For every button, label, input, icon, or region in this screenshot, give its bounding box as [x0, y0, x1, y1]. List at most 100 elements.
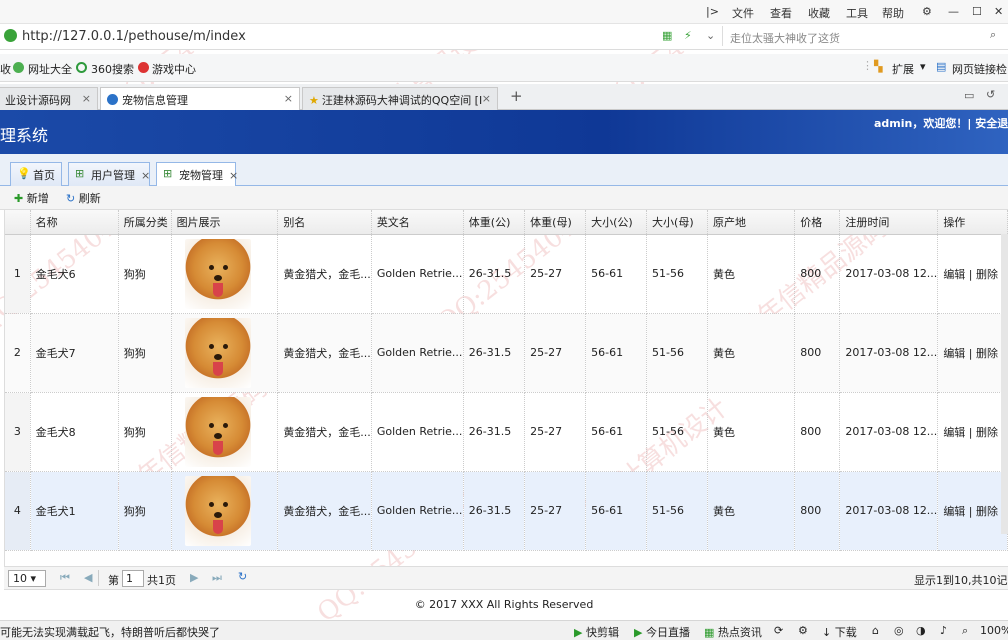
- grid-toolbar: ✚ 新增 ↻ 刷新: [0, 186, 1008, 210]
- pet-photo: [184, 475, 251, 546]
- news-icon: ▦: [704, 626, 715, 639]
- table-row[interactable]: 2 金毛犬7 狗狗 黄金猎犬，金毛... Golden Retrie... 26…: [5, 313, 1008, 393]
- pet-table: 名称 所属分类 图片展示 别名 英文名 体重(公) 体重(母) 大小(公) 大小…: [5, 210, 1008, 551]
- table-row[interactable]: 1 金毛犬6 狗狗 黄金猎犬，金毛... Golden Retrie... 26…: [5, 234, 1008, 314]
- reload-icon[interactable]: ↻: [238, 570, 247, 583]
- close-window-icon[interactable]: ✕: [994, 5, 1003, 18]
- add-button[interactable]: ✚ 新增: [14, 190, 49, 206]
- next-page-icon[interactable]: ▶: [190, 571, 198, 584]
- refresh-button[interactable]: ↻ 刷新: [66, 190, 101, 206]
- last-page-icon[interactable]: ⏭: [212, 571, 222, 585]
- site-nav-icon: [13, 62, 24, 73]
- close-icon[interactable]: ×: [82, 92, 91, 105]
- page-size-select[interactable]: 10 ▾: [8, 570, 46, 587]
- first-page-icon[interactable]: ⏮: [60, 571, 70, 585]
- live-button[interactable]: ▶ 今日直播: [634, 624, 690, 640]
- download-button[interactable]: ↓ 下载: [822, 624, 857, 640]
- lightning-icon[interactable]: ⚡: [684, 29, 692, 42]
- column-header[interactable]: 体重(母): [524, 210, 587, 235]
- column-header[interactable]: 图片展示: [171, 210, 279, 235]
- browser-tab[interactable]: ★ 汪建林源码大神调试的QQ空间 [I ×: [302, 87, 498, 110]
- page-size-value: 10: [13, 572, 27, 585]
- tab-label: 宠物管理: [179, 169, 223, 182]
- tab-pet-management[interactable]: ⊞ 宠物管理 ×: [156, 162, 238, 187]
- zoom-icon[interactable]: ⌕: [962, 624, 968, 638]
- menu-file[interactable]: 文件: [732, 5, 754, 21]
- hot-news-button[interactable]: ▦ 热点资讯: [704, 624, 762, 640]
- close-icon[interactable]: ×: [141, 169, 150, 182]
- column-header[interactable]: 原产地: [707, 210, 796, 235]
- column-header[interactable]: 英文名: [371, 210, 464, 235]
- quick-clip-button[interactable]: ▶ 快剪辑: [574, 624, 619, 640]
- fav-site-nav[interactable]: 网址大全: [28, 61, 72, 77]
- column-header[interactable]: 价格: [794, 210, 841, 235]
- column-header[interactable]: 体重(公): [463, 210, 526, 235]
- menu-tools[interactable]: 工具: [846, 5, 868, 21]
- qr-code-icon[interactable]: ▦: [662, 29, 672, 42]
- column-header[interactable]: 名称: [30, 210, 119, 235]
- speed-icon[interactable]: ⟳: [774, 624, 783, 637]
- game-center-icon: [138, 62, 149, 73]
- column-header[interactable]: 操作: [937, 210, 1008, 235]
- zoom-level[interactable]: 100%: [980, 624, 1008, 637]
- screenshot-icon[interactable]: ◎: [894, 624, 904, 637]
- browser-tab-active[interactable]: 宠物信息管理 ×: [100, 87, 300, 110]
- cell-actions[interactable]: 编辑 | 删除: [937, 313, 1008, 393]
- cell-actions[interactable]: 编辑 | 删除: [937, 392, 1008, 472]
- column-header[interactable]: 注册时间: [839, 210, 939, 235]
- column-header[interactable]: 大小(母): [646, 210, 708, 235]
- vertical-scrollbar[interactable]: [1001, 234, 1008, 534]
- sidebar-toggle-icon[interactable]: |>: [706, 5, 719, 18]
- cell-price: 800: [794, 234, 841, 314]
- fav-game-center[interactable]: 游戏中心: [152, 61, 196, 77]
- status-item-label: 热点资讯: [717, 626, 762, 639]
- cell-category: 狗狗: [118, 471, 172, 551]
- link-check-button[interactable]: 网页链接检: [952, 61, 1007, 77]
- page-number-input[interactable]: 1: [122, 570, 144, 587]
- link-check-icon: ▤: [936, 60, 947, 73]
- mute-icon[interactable]: ◑: [916, 624, 926, 637]
- close-icon[interactable]: ×: [229, 169, 238, 182]
- url-input[interactable]: http://127.0.0.1/pethouse/m/index: [22, 29, 246, 44]
- cell-actions[interactable]: 编辑 | 删除: [937, 234, 1008, 314]
- column-header[interactable]: 大小(公): [585, 210, 648, 235]
- tab-home[interactable]: 💡 首页: [10, 162, 62, 186]
- extensions-button[interactable]: 扩展: [892, 61, 914, 77]
- clipboard-icon[interactable]: ⌂: [872, 624, 879, 637]
- 360-search-icon: [76, 62, 87, 73]
- column-header[interactable]: 别名: [277, 210, 372, 235]
- close-icon[interactable]: ×: [482, 92, 491, 105]
- prev-page-icon[interactable]: ◀: [84, 571, 92, 584]
- news-ticker[interactable]: 可能无法实现满载起飞，特朗普听后都快哭了: [0, 624, 220, 640]
- chevron-down-icon[interactable]: ▾: [920, 60, 926, 73]
- menu-help[interactable]: 帮助: [882, 5, 904, 21]
- search-input[interactable]: 走位太骚大神收了这货: [730, 30, 840, 46]
- close-icon[interactable]: ×: [284, 92, 293, 105]
- table-row-selected[interactable]: 4 金毛犬1 狗狗 黄金猎犬，金毛... Golden Retrie... 26…: [5, 471, 1008, 551]
- search-icon[interactable]: ⌕: [990, 28, 996, 42]
- chevron-down-icon[interactable]: ⌄: [706, 29, 715, 42]
- minimize-icon[interactable]: —: [948, 5, 959, 18]
- maximize-icon[interactable]: ☐: [972, 5, 982, 18]
- fav-360-search[interactable]: 360搜索: [91, 61, 134, 77]
- table-row[interactable]: 3 金毛犬8 狗狗 黄金猎犬，金毛... Golden Retrie... 26…: [5, 392, 1008, 472]
- cell-actions[interactable]: 编辑 | 删除: [937, 471, 1008, 551]
- column-header[interactable]: 所属分类: [118, 210, 172, 235]
- cell-category: 狗狗: [118, 392, 172, 472]
- tab-list-icon[interactable]: ▭: [964, 89, 974, 102]
- skin-icon[interactable]: ⚙: [922, 5, 932, 18]
- user-welcome[interactable]: admin，欢迎您！| 安全退出: [874, 115, 1008, 131]
- divider: [98, 570, 99, 586]
- browser-tab[interactable]: 业设计源码网 ×: [0, 87, 98, 110]
- menu-view[interactable]: 查看: [770, 5, 792, 21]
- cell-origin: 黄色: [707, 234, 796, 314]
- extensions-icon[interactable]: ▚: [874, 60, 882, 73]
- undo-close-icon[interactable]: ↺: [986, 88, 995, 101]
- tab-user-management[interactable]: ⊞ 用户管理 ×: [68, 162, 150, 186]
- sound-icon[interactable]: ♪: [940, 624, 947, 637]
- cell-size-female: 51-56: [646, 313, 708, 393]
- menu-favorites[interactable]: 收藏: [808, 5, 830, 21]
- settings-icon[interactable]: ⚙: [798, 624, 808, 637]
- new-tab-icon[interactable]: +: [510, 87, 523, 105]
- cell-size-female: 51-56: [646, 471, 708, 551]
